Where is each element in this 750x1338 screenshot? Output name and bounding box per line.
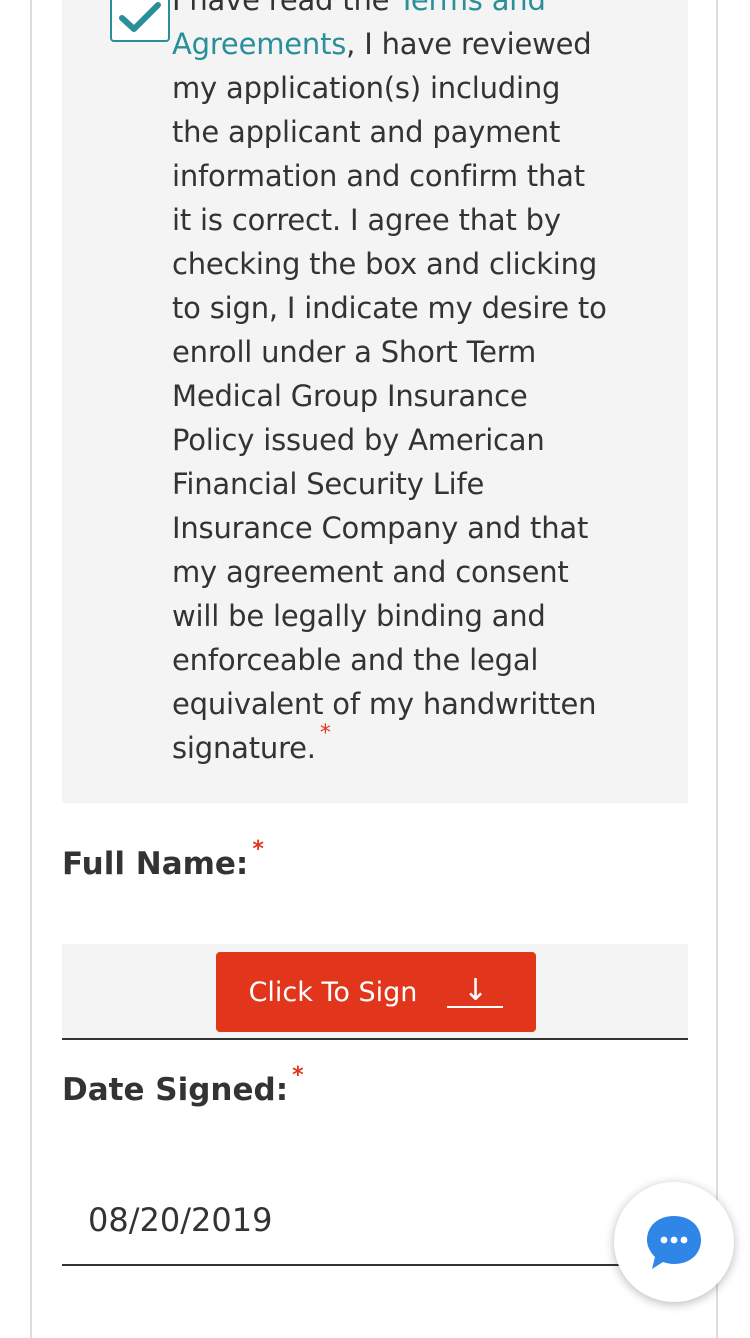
chat-bubble-icon — [647, 1216, 701, 1269]
date-signed-label-text: Date Signed: — [62, 1072, 289, 1108]
consent-checkbox[interactable] — [110, 0, 170, 42]
date-signed-input[interactable] — [86, 1194, 610, 1246]
full-name-label: Full Name: * — [62, 837, 264, 882]
consent-text-intro: I have read the — [172, 0, 399, 17]
full-name-label-text: Full Name: — [62, 846, 249, 882]
required-asterisk: * — [292, 1063, 304, 1088]
sign-button-label: Click To Sign — [248, 976, 418, 1008]
click-to-sign-button[interactable]: Click To Sign ↓ — [216, 952, 536, 1032]
consent-text-body: , I have reviewed my application(s) incl… — [172, 27, 607, 765]
date-signed-label: Date Signed: * — [62, 1063, 304, 1108]
chat-button[interactable] — [614, 1182, 734, 1302]
date-signed-field — [62, 1186, 688, 1266]
arrow-down-icon: ↓ — [447, 976, 504, 1008]
required-asterisk: * — [252, 837, 264, 862]
required-asterisk: * — [319, 721, 331, 746]
checkmark-icon — [119, 2, 161, 32]
consent-text: I have read the Terms and Agreements, I … — [172, 0, 612, 774]
signature-area: Click To Sign ↓ — [62, 944, 688, 1040]
